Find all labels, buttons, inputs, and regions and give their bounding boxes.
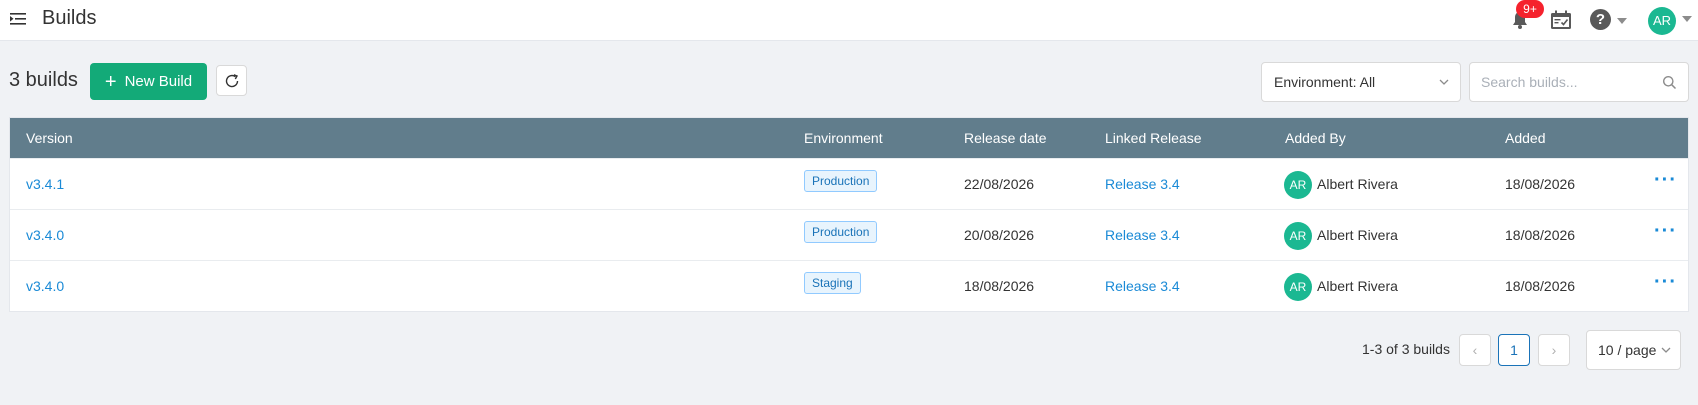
notification-badge: 9+ — [1516, 0, 1544, 18]
menu-fold-icon[interactable] — [9, 10, 27, 28]
build-version-link[interactable]: v3.4.0 — [26, 278, 64, 294]
table-row: v3.4.0 Production 20/08/2026 Release 3.4… — [10, 209, 1688, 260]
search-input[interactable] — [1470, 63, 1650, 101]
release-date: 20/08/2026 — [964, 227, 1035, 243]
page-1-button[interactable]: 1 — [1498, 334, 1530, 366]
linked-release-link[interactable]: Release 3.4 — [1105, 176, 1180, 192]
search-icon[interactable] — [1662, 75, 1677, 90]
added-date: 18/08/2026 — [1505, 227, 1576, 243]
avatar: AR — [1284, 222, 1312, 250]
added-date: 18/08/2026 — [1505, 278, 1576, 294]
avatar: AR — [1284, 171, 1312, 199]
linked-release-link[interactable]: Release 3.4 — [1105, 278, 1180, 294]
build-version-link[interactable]: v3.4.1 — [26, 176, 64, 192]
user-avatar[interactable]: AR — [1648, 7, 1676, 35]
new-build-label: New Build — [124, 73, 193, 90]
more-horizontal-icon[interactable]: ··· — [1654, 169, 1677, 192]
refresh-button[interactable] — [216, 65, 247, 96]
calendar-check-icon[interactable] — [1550, 10, 1572, 30]
search-box[interactable] — [1469, 62, 1689, 102]
chevron-down-icon — [1661, 347, 1671, 353]
user-caret-icon[interactable] — [1682, 16, 1692, 22]
refresh-icon — [225, 73, 238, 87]
table-row: v3.4.1 Production 22/08/2026 Release 3.4… — [10, 158, 1688, 209]
environment-filter-select[interactable]: Environment: All — [1261, 62, 1461, 102]
added-by-name: Albert Rivera — [1317, 278, 1398, 294]
more-horizontal-icon[interactable]: ··· — [1654, 220, 1677, 243]
release-date: 22/08/2026 — [964, 176, 1035, 192]
page-size-value: 10 / page — [1598, 342, 1657, 358]
environment-tag: Staging — [804, 272, 861, 294]
column-header-added-by[interactable]: Added By — [1285, 130, 1346, 146]
plus-icon: + — [104, 70, 117, 93]
table-row: v3.4.0 Staging 18/08/2026 Release 3.4 AR… — [10, 260, 1688, 311]
question-circle-icon[interactable]: ? — [1590, 9, 1611, 30]
environment-tag: Production — [804, 221, 878, 243]
page-size-select[interactable]: 10 / page — [1586, 330, 1681, 370]
table-header: Version Environment Release date Linked … — [10, 118, 1688, 158]
pagination-total: 1-3 of 3 builds — [1362, 341, 1450, 357]
builds-table: Version Environment Release date Linked … — [9, 117, 1689, 312]
more-horizontal-icon[interactable]: ··· — [1654, 271, 1677, 294]
column-header-release-date[interactable]: Release date — [964, 130, 1047, 146]
linked-release-link[interactable]: Release 3.4 — [1105, 227, 1180, 243]
added-by-name: Albert Rivera — [1317, 227, 1398, 243]
environment-tag: Production — [804, 170, 878, 192]
build-version-link[interactable]: v3.4.0 — [26, 227, 64, 243]
top-bar: Builds 9+ ? AR — [0, 0, 1698, 41]
environment-filter-value: Environment: All — [1274, 74, 1376, 90]
column-header-linked-release[interactable]: Linked Release — [1105, 130, 1202, 146]
column-header-environment[interactable]: Environment — [804, 130, 883, 146]
column-header-added[interactable]: Added — [1505, 130, 1545, 146]
chevron-down-icon — [1439, 79, 1449, 85]
next-page-button[interactable]: › — [1538, 334, 1570, 366]
added-date: 18/08/2026 — [1505, 176, 1576, 192]
added-by-name: Albert Rivera — [1317, 176, 1398, 192]
release-date: 18/08/2026 — [964, 278, 1035, 294]
column-header-version[interactable]: Version — [26, 130, 73, 146]
avatar: AR — [1284, 273, 1312, 301]
build-count: 3 builds — [9, 69, 78, 91]
page-title: Builds — [42, 7, 97, 29]
help-caret-icon[interactable] — [1617, 18, 1627, 24]
previous-page-button[interactable]: ‹ — [1459, 334, 1491, 366]
new-build-button[interactable]: + New Build — [90, 63, 207, 100]
